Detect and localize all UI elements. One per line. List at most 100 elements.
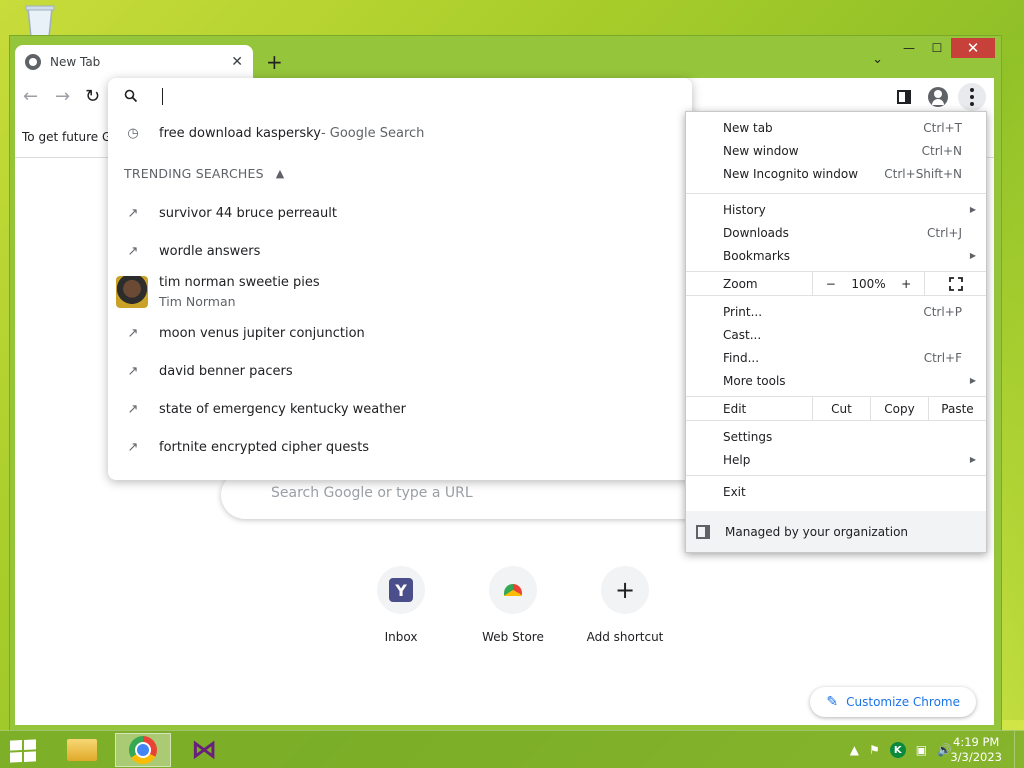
suggestion-history[interactable]: ◷ free download kaspersky - Google Searc… <box>108 114 692 152</box>
trending-icon: ↗ <box>127 439 139 455</box>
menu-item-find[interactable]: Find... Ctrl+F <box>686 346 986 369</box>
suggestion-trending[interactable]: ↗ david benner pacers <box>108 352 692 390</box>
trending-icon: ↗ <box>127 325 139 341</box>
menu-item-settings[interactable]: Settings <box>686 425 986 448</box>
system-tray: ▲ ⚑ K ▣ 🔊 <box>850 742 952 758</box>
maximize-button[interactable]: ☐ <box>923 38 951 58</box>
menu-item-cast[interactable]: Cast... <box>686 323 986 346</box>
suggestion-rich[interactable]: tim norman sweetie pies Tim Norman <box>108 270 692 314</box>
suggestion-text: free download kaspersky <box>159 125 321 141</box>
menu-item-bookmarks[interactable]: Bookmarks ▶ <box>686 244 986 267</box>
taskbar-chrome[interactable] <box>115 733 171 767</box>
customize-label: Customize Chrome <box>846 695 960 709</box>
suggestion-text: fortnite encrypted cipher quests <box>159 439 370 455</box>
avatar-icon <box>928 87 948 107</box>
menu-label: Zoom <box>723 276 758 291</box>
trending-title: TRENDING SEARCHES <box>124 165 264 181</box>
menu-label: Find... <box>723 350 760 365</box>
menu-label: More tools <box>723 373 786 388</box>
fullscreen-icon <box>948 276 963 291</box>
menu-item-print[interactable]: Print... Ctrl+P <box>686 300 986 323</box>
menu-label: Bookmarks <box>723 248 791 263</box>
menu-item-more-tools[interactable]: More tools ▶ <box>686 369 986 392</box>
tab-search-button[interactable]: ⌄ <box>872 52 883 67</box>
menu-item-new-tab[interactable]: New tab Ctrl+T <box>686 116 986 139</box>
minimize-button[interactable]: — <box>895 38 923 58</box>
menu-shortcut: Ctrl+N <box>921 143 962 158</box>
recycle-bin-icon[interactable] <box>20 4 60 38</box>
shortcut-label: Add shortcut <box>586 630 664 644</box>
shortcut-inbox[interactable]: Y Inbox <box>345 566 457 644</box>
taskbar: ⋈ ▲ ⚑ K ▣ 🔊 4:19 PM 3/3/2023 <box>0 730 1024 768</box>
network-icon[interactable]: ▣ <box>916 743 927 757</box>
paste-button[interactable]: Paste <box>928 397 986 420</box>
managed-by-org[interactable]: Managed by your organization <box>686 511 986 552</box>
menu-label: New window <box>723 143 799 158</box>
tab-strip: New Tab ✕ + ⌄ — ☐ ✕ <box>10 36 1001 78</box>
chevron-up-icon[interactable]: ▲ <box>276 167 285 180</box>
menu-label: Help <box>723 452 751 467</box>
suggestion-trending[interactable]: ↗ moon venus jupiter conjunction <box>108 314 692 352</box>
kaspersky-icon[interactable]: K <box>889 742 906 758</box>
building-icon <box>696 524 710 539</box>
tray-overflow-icon[interactable]: ▲ <box>850 743 859 757</box>
close-button[interactable]: ✕ <box>951 38 995 58</box>
trending-icon: ↗ <box>127 363 139 379</box>
omnibox-input[interactable] <box>108 78 692 114</box>
show-desktop-button[interactable] <box>1014 731 1024 768</box>
menu-shortcut: Ctrl+J <box>927 225 962 240</box>
suggestion-trending[interactable]: ↗ state of emergency kentucky weather <box>108 390 692 428</box>
menu-label: Downloads <box>723 225 789 240</box>
new-tab-button[interactable]: + <box>266 50 283 74</box>
menu-item-incognito[interactable]: New Incognito window Ctrl+Shift+N <box>686 162 986 185</box>
flag-icon[interactable]: ⚑ <box>869 743 880 757</box>
zoom-out-button[interactable]: − <box>813 277 849 291</box>
menu-label: Cast... <box>723 327 762 342</box>
menu-item-help[interactable]: Help ▶ <box>686 448 986 471</box>
suggestion-text: moon venus jupiter conjunction <box>159 325 365 341</box>
zoom-controls: − 100% + <box>812 272 924 295</box>
trending-header[interactable]: TRENDING SEARCHES ▲ <box>108 152 692 194</box>
clock[interactable]: 4:19 PM 3/3/2023 <box>950 735 1002 765</box>
menu-label: Exit <box>723 484 746 499</box>
taskbar-visual-studio[interactable]: ⋈ <box>176 733 232 767</box>
visual-studio-icon: ⋈ <box>191 735 217 765</box>
trending-icon: ↗ <box>127 243 139 259</box>
fullscreen-button[interactable] <box>924 272 986 295</box>
suggestion-thumbnail <box>116 276 148 308</box>
tab-close-button[interactable]: ✕ <box>231 54 243 70</box>
trending-icon: ↗ <box>127 205 139 221</box>
menu-button[interactable] <box>958 83 986 111</box>
menu-item-downloads[interactable]: Downloads Ctrl+J <box>686 221 986 244</box>
suggestion-trending[interactable]: ↗ fortnite encrypted cipher quests <box>108 428 692 466</box>
reload-button[interactable]: ↻ <box>85 86 100 107</box>
menu-item-history[interactable]: History ▶ <box>686 198 986 221</box>
taskbar-file-explorer[interactable] <box>54 733 110 767</box>
copy-button[interactable]: Copy <box>870 397 928 420</box>
menu-item-exit[interactable]: Exit <box>686 480 986 503</box>
menu-shortcut: Ctrl+F <box>923 350 962 365</box>
windows-start-icon[interactable] <box>10 739 36 763</box>
forward-button[interactable]: → <box>55 86 70 107</box>
back-button[interactable]: ← <box>23 86 38 107</box>
cut-button[interactable]: Cut <box>812 397 870 420</box>
customize-chrome-button[interactable]: ✎ Customize Chrome <box>810 687 976 717</box>
suggestion-trending[interactable]: ↗ survivor 44 bruce perreault <box>108 194 692 232</box>
tab-new-tab[interactable]: New Tab ✕ <box>15 45 253 78</box>
shortcut-add[interactable]: + Add shortcut <box>569 566 681 644</box>
search-icon <box>124 89 138 103</box>
suggestion-trending[interactable]: ↗ wordle answers <box>108 232 692 270</box>
suggestion-sub: - Google Search <box>320 125 425 141</box>
side-panel-button[interactable] <box>890 83 918 111</box>
profile-button[interactable] <box>924 83 952 111</box>
menu-item-new-window[interactable]: New window Ctrl+N <box>686 139 986 162</box>
managed-label: Managed by your organization <box>725 524 909 539</box>
menu-shortcut: Ctrl+Shift+N <box>884 166 962 181</box>
shortcut-web-store[interactable]: Web Store <box>457 566 569 644</box>
zoom-in-button[interactable]: + <box>888 277 924 291</box>
shortcut-label: Inbox <box>384 630 418 644</box>
chrome-icon <box>25 53 41 70</box>
menu-label: New tab <box>723 120 773 135</box>
suggestion-text: state of emergency kentucky weather <box>159 401 406 417</box>
zoom-value: 100% <box>851 276 886 291</box>
